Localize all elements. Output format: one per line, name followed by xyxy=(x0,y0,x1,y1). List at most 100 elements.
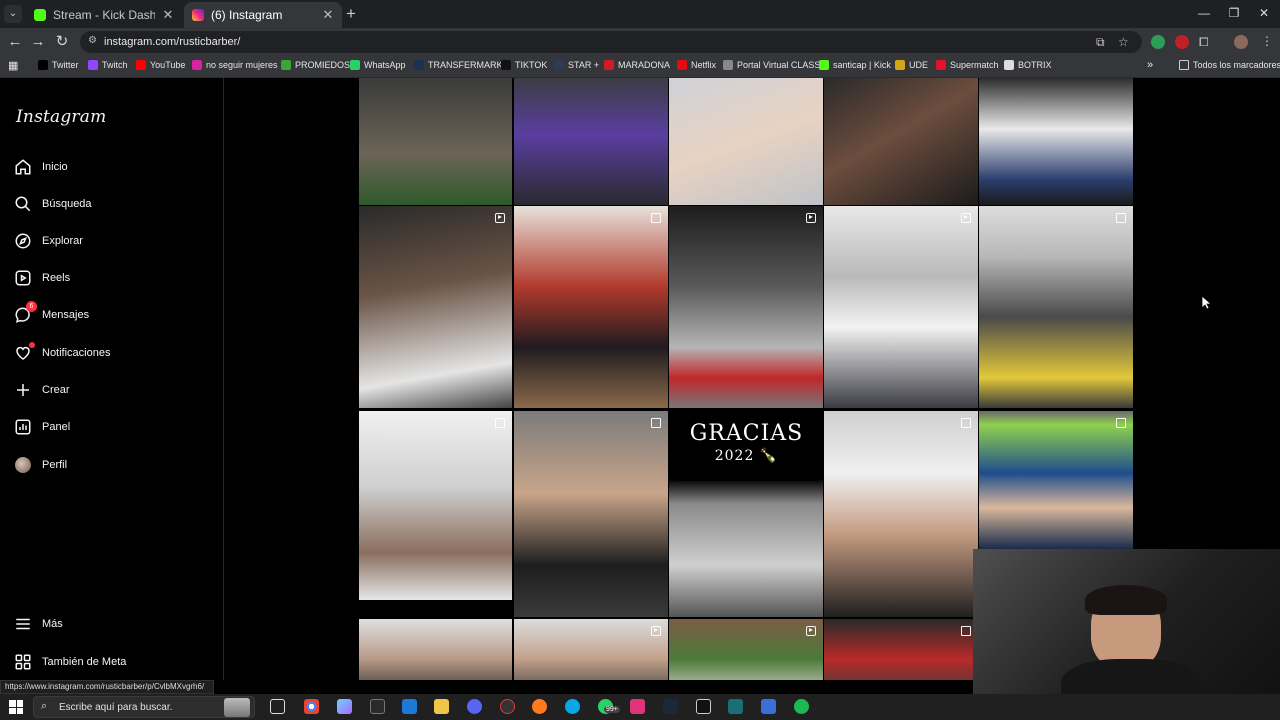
bookmark-item[interactable]: TIKTOK xyxy=(501,60,547,70)
browser-tab-bar: ⌄ Stream - Kick Dashboard ✕ (6) Instagra… xyxy=(0,0,1280,28)
tab-kick-dashboard[interactable]: Stream - Kick Dashboard ✕ xyxy=(26,2,182,28)
app-icon[interactable] xyxy=(630,699,645,714)
bookmark-item[interactable]: Twitter xyxy=(38,60,79,70)
forward-icon[interactable]: → xyxy=(28,32,48,52)
bookmark-item[interactable]: BOTRIX xyxy=(1004,60,1052,70)
new-tab-button[interactable]: + xyxy=(346,5,356,22)
site-info-icon[interactable]: ⚙ xyxy=(88,35,97,46)
spotify-icon[interactable] xyxy=(794,699,809,714)
post-thumbnail[interactable] xyxy=(979,78,1133,205)
post-thumbnail[interactable] xyxy=(979,411,1133,549)
post-thumbnail[interactable] xyxy=(359,411,512,600)
post-thumbnail[interactable]: GRACIAS 2022 🍾 xyxy=(669,411,823,617)
bookmarks-overflow-icon[interactable]: » xyxy=(1147,59,1153,71)
discord-icon[interactable] xyxy=(467,699,482,714)
nav-explorar[interactable]: Explorar xyxy=(14,227,214,255)
chrome-icon[interactable] xyxy=(304,699,319,714)
post-thumbnail[interactable] xyxy=(669,78,823,205)
post-thumbnail[interactable] xyxy=(514,206,668,408)
extensions-puzzle-icon[interactable]: ⧠ xyxy=(1199,35,1209,50)
bookmark-item[interactable]: TRANSFERMARKT xyxy=(414,60,508,70)
nav-crear[interactable]: Crear xyxy=(14,376,214,404)
nav-mensajes[interactable]: 6 Mensajes xyxy=(14,301,214,329)
app-icon[interactable] xyxy=(532,699,547,714)
reel-icon xyxy=(806,213,816,223)
install-app-icon[interactable]: ⧉ xyxy=(1096,35,1105,50)
nav-panel[interactable]: Panel xyxy=(14,413,214,441)
task-view-icon[interactable] xyxy=(270,699,285,714)
bookmark-item[interactable]: YouTube xyxy=(136,60,185,70)
post-thumbnail[interactable] xyxy=(514,619,668,680)
all-bookmarks-folder[interactable]: Todos los marcadores xyxy=(1179,60,1280,70)
minimize-icon[interactable]: — xyxy=(1195,6,1213,20)
nav-mas[interactable]: Más xyxy=(14,610,214,638)
nav-inicio[interactable]: Inicio xyxy=(14,153,214,181)
nav-notificaciones[interactable]: Notificaciones xyxy=(14,339,214,367)
extension-icon[interactable] xyxy=(1151,35,1165,49)
nav-reels[interactable]: Reels xyxy=(14,264,214,292)
profile-avatar[interactable] xyxy=(1234,35,1248,49)
post-thumbnail[interactable] xyxy=(669,619,823,680)
bookmark-star-icon[interactable]: ☆ xyxy=(1118,35,1129,49)
bookmark-item[interactable]: santicap | Kick xyxy=(819,60,891,70)
post-thumbnail[interactable] xyxy=(824,78,978,205)
reload-icon[interactable]: ↻ xyxy=(52,32,72,52)
apps-grid-icon[interactable]: ▦ xyxy=(8,59,18,72)
app-icon[interactable] xyxy=(500,699,515,714)
close-window-icon[interactable]: ✕ xyxy=(1255,6,1273,20)
post-thumbnail[interactable] xyxy=(514,411,668,617)
nav-busqueda[interactable]: Búsqueda xyxy=(14,190,214,218)
extension-icon[interactable] xyxy=(1175,35,1189,49)
tab-search-button[interactable]: ⌄ xyxy=(4,5,22,23)
vpn-icon[interactable] xyxy=(761,699,776,714)
taskbar-search-box[interactable]: ⌕ Escribe aquí para buscar. xyxy=(33,696,255,718)
edge-icon[interactable] xyxy=(402,699,417,714)
address-bar[interactable]: ⚙ instagram.com/rusticbarber/ ⧉ ☆ xyxy=(80,31,1142,53)
nav-perfil[interactable]: Perfil xyxy=(14,451,214,479)
messenger-icon: 6 xyxy=(14,301,37,324)
bookmark-item[interactable]: UDE xyxy=(895,60,928,70)
bookmark-item[interactable]: MARADONA xyxy=(604,60,670,70)
bookmark-item[interactable]: Portal Virtual CLASS xyxy=(723,60,820,70)
nav-label: Búsqueda xyxy=(42,198,92,210)
close-tab-icon[interactable]: ✕ xyxy=(162,7,174,23)
bookmark-item[interactable]: Netflix xyxy=(677,60,716,70)
post-thumbnail[interactable] xyxy=(824,619,978,680)
post-thumbnail[interactable] xyxy=(359,619,512,680)
nav-tambien-de-meta[interactable]: También de Meta xyxy=(14,648,214,676)
post-thumbnail[interactable] xyxy=(359,206,512,408)
url-text[interactable]: instagram.com/rusticbarber/ xyxy=(104,36,240,48)
bookmark-item[interactable]: WhatsApp xyxy=(350,60,406,70)
bookmark-item[interactable]: no seguir mujeres xyxy=(192,60,278,70)
app-icon[interactable] xyxy=(728,699,743,714)
back-icon[interactable]: ← xyxy=(5,32,25,52)
bookmark-item[interactable]: Twitch xyxy=(88,60,128,70)
carousel-icon xyxy=(1116,213,1126,223)
steam-icon[interactable] xyxy=(663,699,678,714)
close-tab-icon[interactable]: ✕ xyxy=(322,7,334,23)
post-thumbnail[interactable] xyxy=(824,206,978,408)
carousel-icon xyxy=(651,418,661,428)
compass-icon xyxy=(14,232,32,250)
post-thumbnail[interactable] xyxy=(359,78,512,205)
carousel-icon xyxy=(961,418,971,428)
file-explorer-icon[interactable] xyxy=(434,699,449,714)
bookmark-item[interactable]: Supermatch xyxy=(936,60,999,70)
restore-icon[interactable]: ❐ xyxy=(1225,6,1243,20)
capcut-icon[interactable] xyxy=(696,699,711,714)
copilot-icon[interactable] xyxy=(337,699,352,714)
skype-icon[interactable] xyxy=(565,699,580,714)
home-icon xyxy=(14,158,32,176)
instagram-logo[interactable]: Instagram xyxy=(16,107,106,127)
post-thumbnail[interactable] xyxy=(669,206,823,408)
bookmark-item[interactable]: PROMIEDOS xyxy=(281,60,350,70)
epic-games-icon[interactable] xyxy=(370,699,385,714)
post-thumbnail[interactable] xyxy=(514,78,668,205)
windows-start-icon[interactable] xyxy=(9,700,23,714)
post-thumbnail[interactable] xyxy=(979,206,1133,408)
menu-kebab-icon[interactable]: ⋮ xyxy=(1261,34,1273,48)
post-thumbnail[interactable] xyxy=(824,411,978,617)
bookmark-item[interactable]: STAR + xyxy=(554,60,599,70)
tab-instagram[interactable]: (6) Instagram ✕ xyxy=(184,2,342,28)
gracias-2022-banner: GRACIAS 2022 🍾 xyxy=(674,417,819,481)
